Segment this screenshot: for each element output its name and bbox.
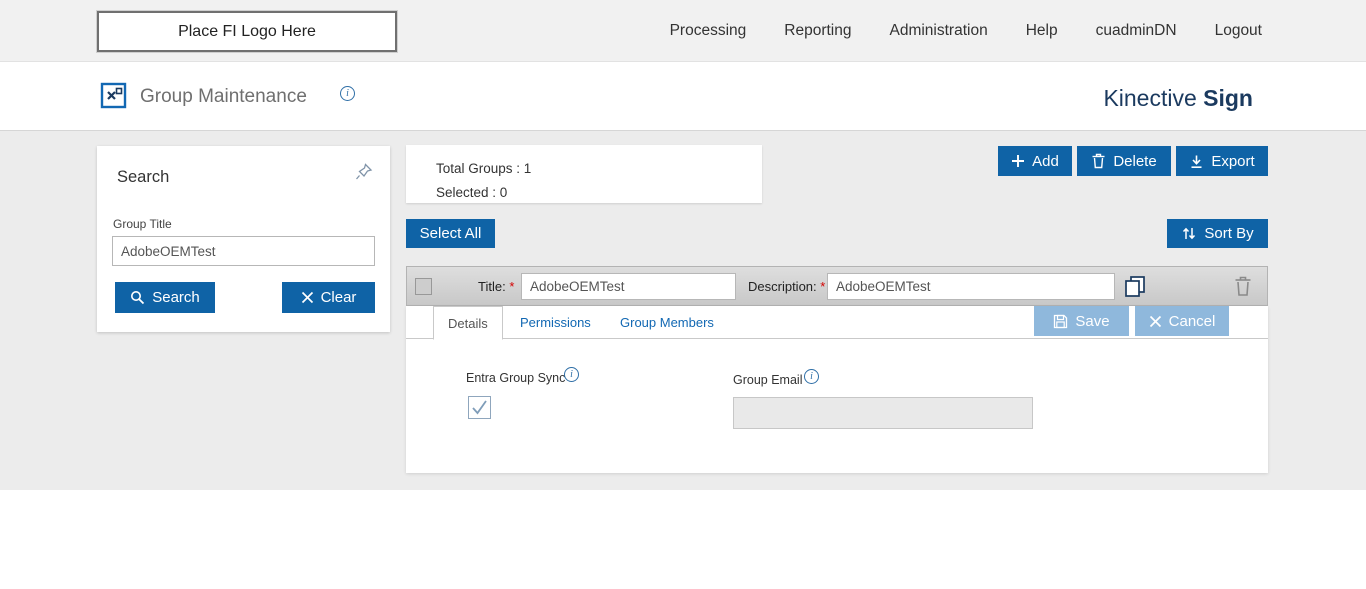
pin-icon[interactable] bbox=[354, 162, 374, 182]
title-input[interactable] bbox=[521, 273, 736, 300]
export-button-label: Export bbox=[1211, 153, 1254, 170]
copy-icon[interactable] bbox=[1123, 274, 1147, 298]
cancel-button-label: Cancel bbox=[1169, 313, 1216, 330]
summary-box: Total Groups : 1 Selected : 0 bbox=[406, 145, 762, 203]
group-maintenance-icon bbox=[100, 82, 127, 109]
save-button[interactable]: Save bbox=[1034, 306, 1129, 336]
description-input[interactable] bbox=[827, 273, 1115, 300]
content-area: Search Group Title Search C bbox=[0, 130, 1366, 490]
title-required-marker: * bbox=[509, 279, 514, 294]
description-required-marker: * bbox=[820, 279, 825, 294]
search-panel: Search Group Title Search C bbox=[97, 146, 390, 332]
entra-checkbox[interactable] bbox=[468, 396, 491, 419]
tab-details[interactable]: Details bbox=[433, 306, 503, 340]
download-icon bbox=[1189, 154, 1204, 169]
sort-by-button[interactable]: Sort By bbox=[1167, 219, 1268, 248]
select-all-button[interactable]: Select All bbox=[406, 219, 495, 248]
page-title-info-icon[interactable]: i bbox=[340, 86, 355, 101]
title-label: Title: * bbox=[478, 279, 514, 294]
row-checkbox[interactable] bbox=[415, 278, 432, 295]
nav-processing[interactable]: Processing bbox=[670, 22, 747, 40]
nav-help[interactable]: Help bbox=[1026, 22, 1058, 40]
clear-button-label: Clear bbox=[321, 289, 357, 306]
brand-name: Kinective bbox=[1103, 85, 1196, 111]
search-panel-title: Search bbox=[117, 168, 169, 187]
clear-x-icon bbox=[301, 291, 314, 304]
fi-logo-text: Place FI Logo Here bbox=[178, 23, 316, 41]
search-button-label: Search bbox=[152, 289, 200, 306]
group-email-info-icon[interactable]: i bbox=[804, 369, 819, 384]
header-bar: Group Maintenance i Kinective Sign bbox=[0, 62, 1366, 130]
details-tab-content: Entra Group Sync i Group Email i bbox=[406, 340, 1268, 473]
delete-button-label: Delete bbox=[1113, 153, 1156, 170]
selected-count-text: Selected : 0 bbox=[436, 181, 762, 205]
row-delete-icon[interactable] bbox=[1233, 275, 1253, 297]
entra-group-sync-info-icon[interactable]: i bbox=[564, 367, 579, 382]
tab-permissions[interactable]: Permissions bbox=[520, 306, 591, 339]
fi-logo-placeholder: Place FI Logo Here bbox=[97, 11, 397, 52]
checkmark-icon bbox=[469, 397, 490, 418]
plus-icon bbox=[1011, 154, 1025, 168]
entra-group-sync-label: Entra Group Sync bbox=[466, 371, 565, 385]
brand-logo: Kinective Sign bbox=[1103, 85, 1253, 112]
add-button-label: Add bbox=[1032, 153, 1059, 170]
group-detail-panel: Details Permissions Group Members Save C… bbox=[406, 306, 1268, 473]
group-row: Title: * Description: * bbox=[406, 266, 1268, 306]
page: Place FI Logo Here Processing Reporting … bbox=[0, 0, 1366, 589]
select-all-label: Select All bbox=[420, 225, 482, 242]
nav-logout[interactable]: Logout bbox=[1215, 22, 1262, 40]
nav-reporting[interactable]: Reporting bbox=[784, 22, 851, 40]
nav-administration[interactable]: Administration bbox=[889, 22, 987, 40]
tab-bar: Details Permissions Group Members Save C… bbox=[406, 306, 1268, 339]
total-groups-text: Total Groups : 1 bbox=[436, 157, 762, 181]
page-title: Group Maintenance bbox=[140, 86, 307, 108]
group-title-label: Group Title bbox=[113, 217, 172, 231]
top-bar: Place FI Logo Here Processing Reporting … bbox=[0, 0, 1366, 62]
export-button[interactable]: Export bbox=[1176, 146, 1268, 176]
group-title-input[interactable] bbox=[112, 236, 375, 266]
delete-button[interactable]: Delete bbox=[1077, 146, 1171, 176]
group-email-label: Group Email bbox=[733, 373, 802, 387]
nav-user-cuadmindn[interactable]: cuadminDN bbox=[1096, 22, 1177, 40]
trash-icon bbox=[1091, 153, 1106, 169]
clear-button[interactable]: Clear bbox=[282, 282, 375, 313]
sort-by-label: Sort By bbox=[1204, 225, 1253, 242]
brand-product: Sign bbox=[1203, 85, 1253, 111]
tab-group-members[interactable]: Group Members bbox=[620, 306, 714, 339]
search-button[interactable]: Search bbox=[115, 282, 215, 313]
save-button-label: Save bbox=[1075, 313, 1109, 330]
cancel-x-icon bbox=[1149, 315, 1162, 328]
search-icon bbox=[130, 290, 145, 305]
description-label: Description: * bbox=[748, 279, 825, 294]
cancel-button[interactable]: Cancel bbox=[1135, 306, 1229, 336]
top-nav: Processing Reporting Administration Help… bbox=[670, 0, 1262, 62]
add-button[interactable]: Add bbox=[998, 146, 1072, 176]
group-email-input[interactable] bbox=[733, 397, 1033, 429]
save-floppy-icon bbox=[1053, 314, 1068, 329]
sort-arrows-icon bbox=[1181, 226, 1197, 241]
